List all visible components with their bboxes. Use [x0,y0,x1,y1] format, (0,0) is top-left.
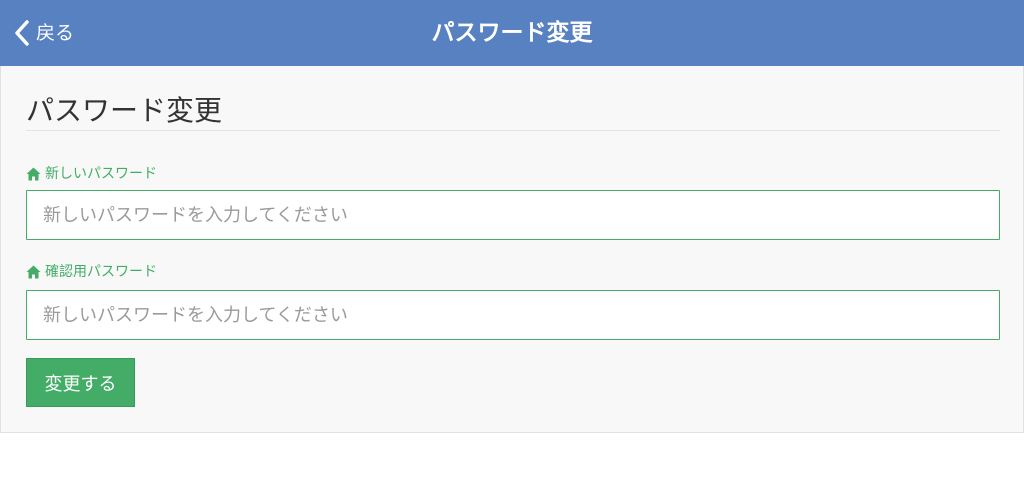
confirm-password-label-text: 確認用パスワード [45,264,157,280]
navbar-title: パスワード変更 [431,20,593,46]
change-password-button[interactable]: 変更する [26,358,135,407]
password-change-panel: パスワード変更 新しいパスワード 確認用パスワード 変更する [0,66,1024,433]
new-password-label-text: 新しいパスワード [45,166,157,182]
heading-divider [26,130,1000,131]
confirm-password-input[interactable] [26,290,1000,340]
home-icon [26,265,41,279]
new-password-label: 新しいパスワード [26,166,157,182]
page-heading: パスワード変更 [26,94,223,127]
back-button-label: 戻る [36,21,75,44]
chevron-left-icon [14,20,30,46]
new-password-input[interactable] [26,190,1000,240]
back-button[interactable]: 戻る [14,0,74,66]
home-icon [26,167,41,181]
top-navigation-bar: 戻る パスワード変更 [0,0,1024,66]
confirm-password-label: 確認用パスワード [26,264,157,280]
